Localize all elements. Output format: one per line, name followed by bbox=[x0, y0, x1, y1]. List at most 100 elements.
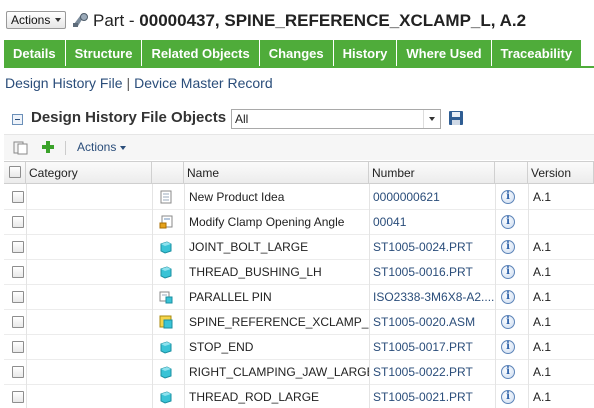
name-cell: SPINE_REFERENCE_XCLAMP_L bbox=[189, 315, 369, 329]
version-cell: A.1 bbox=[533, 365, 552, 379]
info-icon[interactable]: i bbox=[501, 190, 515, 204]
info-icon[interactable]: i bbox=[501, 240, 515, 254]
row-checkbox[interactable] bbox=[12, 341, 24, 353]
column-header-info bbox=[495, 162, 528, 184]
row-checkbox[interactable] bbox=[12, 291, 24, 303]
tab-traceability[interactable]: Traceability bbox=[491, 40, 583, 67]
column-header-name[interactable]: Name bbox=[184, 162, 369, 184]
table-row[interactable]: PARALLEL PIN ISO2338-3M6X8-A2.... i A.1 bbox=[4, 285, 594, 310]
version-cell: A.1 bbox=[533, 290, 552, 304]
table-header: Category Name Number Version bbox=[4, 161, 594, 184]
column-divider bbox=[369, 184, 370, 408]
table-row[interactable]: STOP_END ST1005-0017.PRT i A.1 bbox=[4, 335, 594, 360]
info-icon[interactable]: i bbox=[501, 340, 515, 354]
copy-icon[interactable] bbox=[13, 141, 29, 155]
column-header-category[interactable]: Category bbox=[26, 162, 152, 184]
table-row[interactable]: JOINT_BOLT_LARGE ST1005-0024.PRT i A.1 bbox=[4, 235, 594, 260]
part-icon bbox=[159, 365, 173, 379]
info-icon[interactable]: i bbox=[501, 265, 515, 279]
design-history-file-link[interactable]: Design History File bbox=[5, 75, 122, 91]
category-cell bbox=[29, 185, 149, 210]
column-divider bbox=[495, 184, 496, 408]
info-icon[interactable]: i bbox=[501, 390, 515, 404]
version-cell: A.1 bbox=[533, 315, 552, 329]
table-row[interactable]: New Product Idea 0000000621 i A.1 bbox=[4, 185, 594, 210]
tab-bar: Details Structure Related Objects Change… bbox=[4, 40, 594, 67]
number-link[interactable]: ST1005-0022.PRT bbox=[373, 360, 495, 385]
row-checkbox[interactable] bbox=[12, 216, 24, 228]
toolbar-divider bbox=[65, 141, 66, 155]
part-type-icon bbox=[73, 13, 88, 27]
name-cell: THREAD_BUSHING_LH bbox=[189, 265, 322, 279]
category-cell bbox=[29, 210, 149, 235]
info-icon[interactable]: i bbox=[501, 215, 515, 229]
category-cell bbox=[29, 335, 149, 360]
table-row[interactable]: THREAD_BUSHING_LH ST1005-0016.PRT i A.1 bbox=[4, 260, 594, 285]
column-divider bbox=[152, 184, 153, 408]
category-cell bbox=[29, 385, 149, 408]
title-bar: Actions Part - 00000437, SPINE_REFERENCE… bbox=[0, 0, 594, 40]
number-link[interactable]: ST1005-0017.PRT bbox=[373, 335, 495, 360]
chevron-down-icon bbox=[423, 110, 440, 128]
column-divider bbox=[528, 184, 529, 408]
version-cell: A.1 bbox=[533, 240, 552, 254]
info-icon[interactable]: i bbox=[501, 290, 515, 304]
row-checkbox[interactable] bbox=[12, 266, 24, 278]
collapse-icon[interactable] bbox=[12, 114, 23, 125]
version-cell: A.1 bbox=[533, 340, 552, 354]
row-checkbox[interactable] bbox=[12, 241, 24, 253]
column-divider bbox=[26, 184, 27, 408]
table-row[interactable]: RIGHT_CLAMPING_JAW_LARGE ST1005-0022.PRT i… bbox=[4, 360, 594, 385]
filter-select-value: All bbox=[235, 112, 249, 126]
name-cell: Modify Clamp Opening Angle bbox=[189, 215, 345, 229]
table-row[interactable]: Modify Clamp Opening Angle 00041 i bbox=[4, 210, 594, 235]
subnav-separator: | bbox=[126, 75, 131, 91]
tab-history[interactable]: History bbox=[333, 40, 398, 67]
number-link[interactable]: 00041 bbox=[373, 210, 495, 235]
row-checkbox[interactable] bbox=[12, 391, 24, 403]
save-icon[interactable] bbox=[448, 110, 464, 126]
part-icon bbox=[159, 340, 173, 354]
document-icon bbox=[159, 190, 173, 204]
actions-menu-label: Actions bbox=[11, 13, 51, 27]
select-all-checkbox[interactable] bbox=[9, 166, 21, 178]
standard-part-icon bbox=[159, 290, 173, 304]
tab-structure[interactable]: Structure bbox=[65, 40, 143, 67]
number-link[interactable]: 0000000621 bbox=[373, 185, 495, 210]
tab-underline bbox=[4, 66, 594, 68]
number-link[interactable]: ISO2338-3M6X8-A2.... bbox=[373, 285, 495, 310]
column-divider bbox=[184, 184, 185, 408]
table-row[interactable]: THREAD_ROD_LARGE ST1005-0021.PRT i A.1 bbox=[4, 385, 594, 408]
category-cell bbox=[29, 285, 149, 310]
chevron-down-icon bbox=[55, 18, 62, 22]
page-title: Part - 00000437, SPINE_REFERENCE_XCLAMP_… bbox=[93, 10, 526, 32]
number-link[interactable]: ST1005-0024.PRT bbox=[373, 235, 495, 260]
number-link[interactable]: ST1005-0016.PRT bbox=[373, 260, 495, 285]
column-header-version[interactable]: Version bbox=[528, 162, 594, 184]
number-link[interactable]: ST1005-0021.PRT bbox=[373, 385, 495, 408]
name-cell: New Product Idea bbox=[189, 190, 285, 204]
column-header-number[interactable]: Number bbox=[369, 162, 495, 184]
row-checkbox[interactable] bbox=[12, 366, 24, 378]
actions-menu-button[interactable]: Actions bbox=[6, 11, 67, 29]
version-cell bbox=[533, 210, 591, 235]
category-cell bbox=[29, 310, 149, 335]
table-toolbar: Actions bbox=[4, 134, 594, 160]
table-row[interactable]: SPINE_REFERENCE_XCLAMP_L ST1005-0020.ASM i… bbox=[4, 310, 594, 335]
number-link[interactable]: ST1005-0020.ASM bbox=[373, 310, 495, 335]
part-icon bbox=[159, 390, 173, 404]
tab-related-objects[interactable]: Related Objects bbox=[142, 40, 260, 67]
toolbar-actions-button[interactable]: Actions bbox=[77, 140, 127, 154]
tab-where-used[interactable]: Where Used bbox=[397, 40, 492, 67]
category-cell bbox=[29, 235, 149, 260]
info-icon[interactable]: i bbox=[501, 315, 515, 329]
tab-details[interactable]: Details bbox=[4, 40, 66, 67]
page-title-prefix: Part - bbox=[93, 11, 140, 30]
tab-changes[interactable]: Changes bbox=[259, 40, 334, 67]
row-checkbox[interactable] bbox=[12, 316, 24, 328]
add-icon[interactable] bbox=[41, 140, 55, 154]
info-icon[interactable]: i bbox=[501, 365, 515, 379]
row-checkbox[interactable] bbox=[12, 191, 24, 203]
filter-select[interactable]: All bbox=[231, 109, 441, 129]
device-master-record-link[interactable]: Device Master Record bbox=[134, 75, 273, 91]
